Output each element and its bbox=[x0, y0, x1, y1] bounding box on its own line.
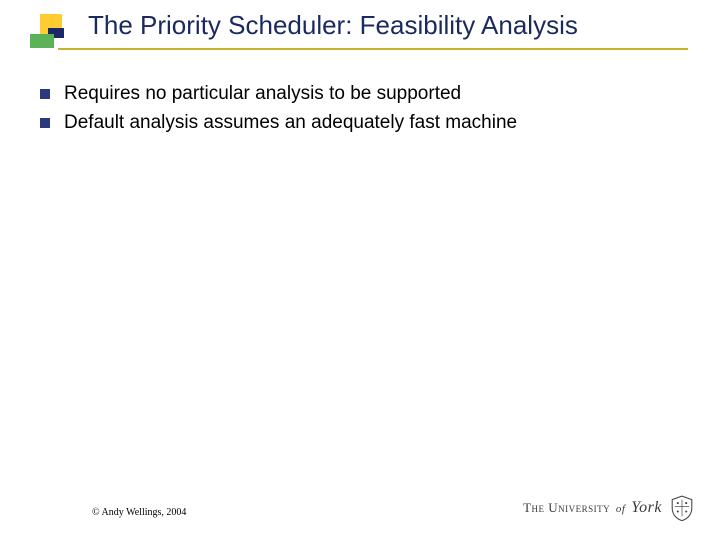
bullet-text: Default analysis assumes an adequately f… bbox=[64, 111, 517, 136]
bullet-list: Requires no particular analysis to be su… bbox=[40, 82, 680, 139]
title-underline bbox=[58, 48, 688, 50]
bullet-icon bbox=[40, 89, 50, 99]
university-text: The University of York bbox=[523, 499, 662, 517]
list-item: Requires no particular analysis to be su… bbox=[40, 82, 680, 107]
deco-square-green bbox=[30, 34, 54, 48]
university-prefix: The University bbox=[523, 500, 610, 515]
bullet-icon bbox=[40, 118, 50, 128]
university-name: York bbox=[631, 499, 662, 516]
bullet-text: Requires no particular analysis to be su… bbox=[64, 82, 461, 107]
slide: The Priority Scheduler: Feasibility Anal… bbox=[0, 0, 720, 540]
copyright-text: © Andy Wellings, 2004 bbox=[92, 507, 186, 518]
slide-title: The Priority Scheduler: Feasibility Anal… bbox=[88, 10, 578, 41]
university-logo: The University of York bbox=[523, 494, 696, 522]
crest-icon bbox=[668, 494, 696, 522]
list-item: Default analysis assumes an adequately f… bbox=[40, 111, 680, 136]
university-of: of bbox=[616, 503, 626, 515]
